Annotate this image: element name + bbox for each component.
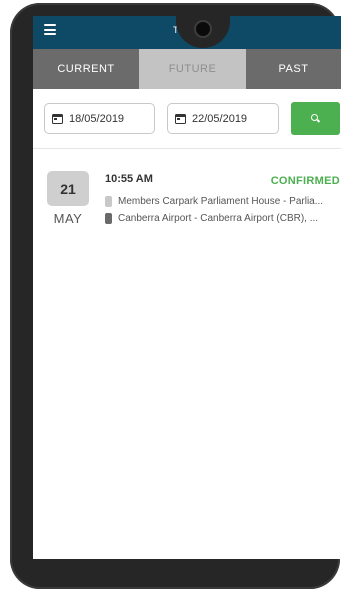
booking-tabs: CURRENT FUTURE PAST (33, 49, 341, 89)
from-date-field[interactable]: 18/05/2019 (44, 103, 155, 134)
dropoff-address: Canberra Airport - Canberra Airport (CBR… (118, 212, 319, 224)
booking-time: 10:55 AM (105, 173, 153, 185)
to-date-field[interactable]: 22/05/2019 (167, 103, 279, 134)
to-date-value: 22/05/2019 (192, 112, 248, 125)
booking-month: MAY (53, 211, 83, 226)
front-camera-icon (194, 20, 212, 38)
booking-day-badge: 21 (47, 171, 89, 206)
date-filter-bar: 18/05/2019 22/05/2019 (33, 89, 341, 149)
from-date-value: 18/05/2019 (69, 112, 125, 125)
app-screen: T CURRENT FUTURE PAST 18/05/2019 22/05/2… (33, 16, 341, 559)
calendar-icon (52, 113, 63, 124)
tab-current[interactable]: CURRENT (33, 49, 139, 89)
pickup-location: Members Carpark Parliament House - Parli… (105, 194, 341, 208)
calendar-icon (175, 113, 186, 124)
tab-future[interactable]: FUTURE (139, 49, 246, 89)
pickup-address: Members Carpark Parliament House - Parli… (118, 195, 324, 207)
phone-frame: T CURRENT FUTURE PAST 18/05/2019 22/05/2… (10, 3, 341, 589)
hamburger-menu-icon[interactable] (44, 24, 56, 35)
tab-past[interactable]: PAST (246, 49, 341, 89)
search-icon (311, 114, 320, 123)
dropoff-marker-icon (105, 212, 112, 224)
dropoff-location: Canberra Airport - Canberra Airport (CBR… (105, 211, 341, 225)
status-badge: CONFIRMED (270, 175, 340, 187)
camera-notch (176, 16, 230, 48)
booking-list-item[interactable]: 21 MAY 10:55 AM CONFIRMED Members Carpar… (33, 150, 341, 230)
app-header: T (33, 16, 341, 49)
pickup-marker-icon (105, 195, 112, 207)
search-button[interactable] (291, 102, 340, 135)
